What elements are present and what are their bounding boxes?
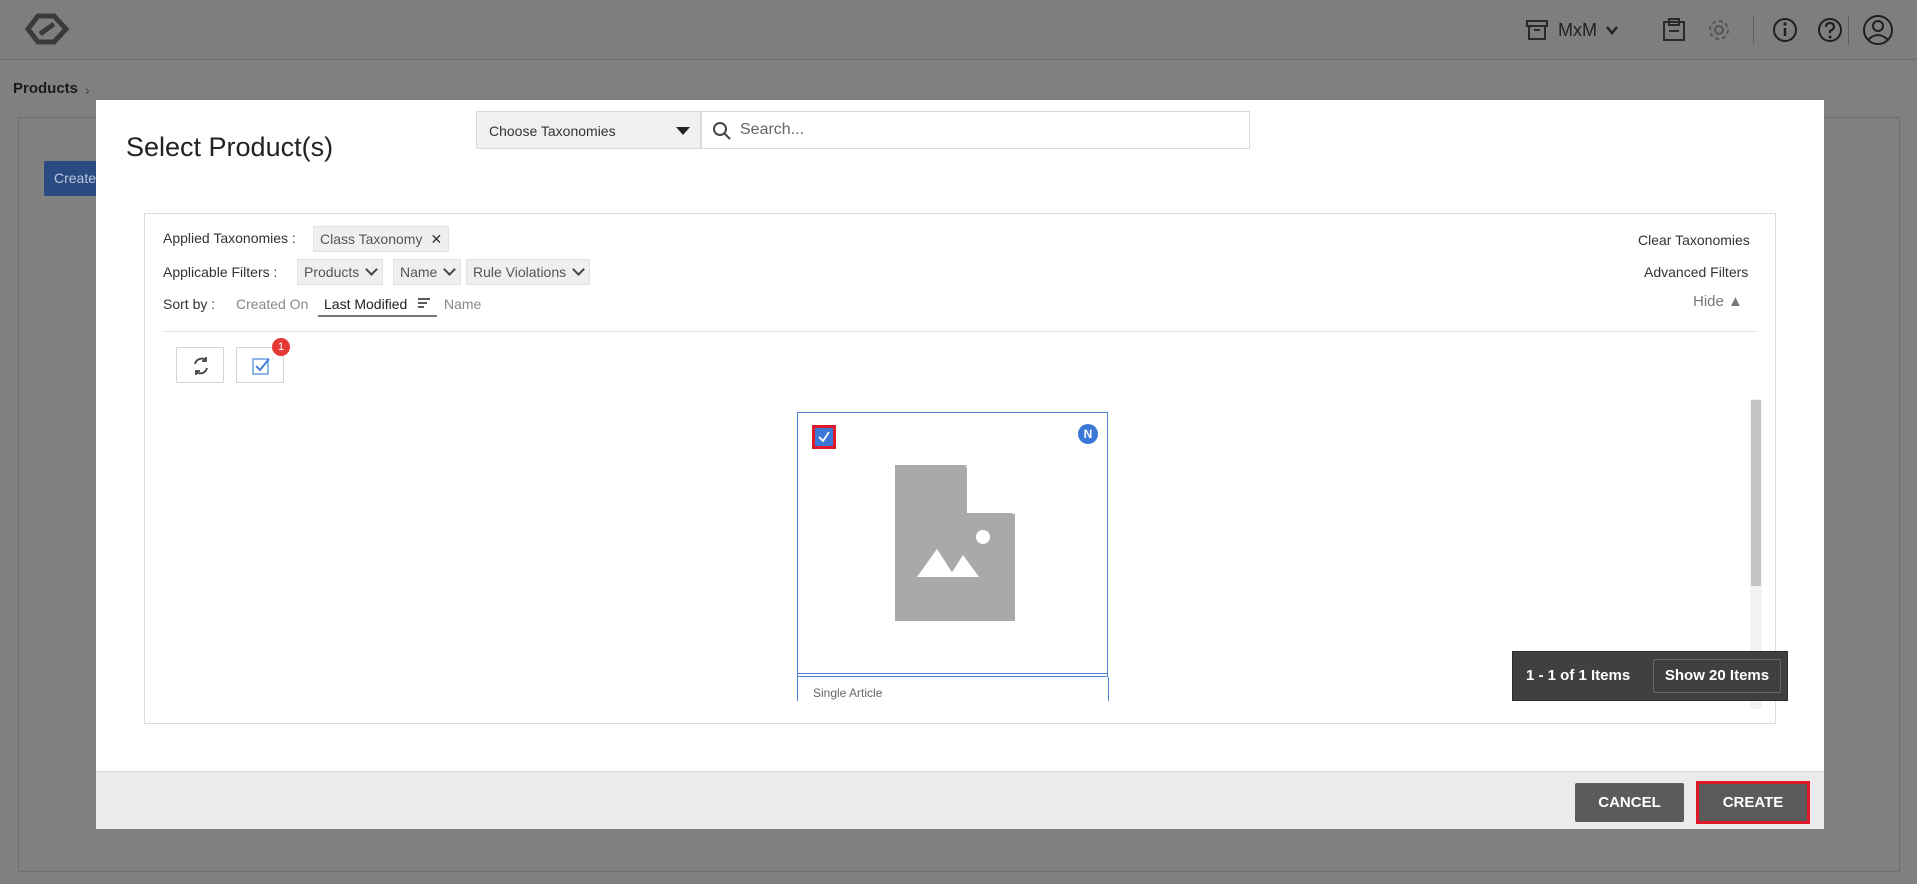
user-avatar-icon[interactable] — [1862, 14, 1894, 46]
help-icon[interactable] — [1816, 16, 1844, 44]
filter-label: Rule Violations — [473, 264, 567, 280]
refresh-icon — [194, 357, 208, 375]
app-logo-icon — [24, 13, 70, 45]
background-create-button: Create — [44, 161, 104, 196]
checkbox-checked-icon — [252, 358, 270, 375]
hide-filters-toggle[interactable]: Hide ▲ — [1693, 293, 1743, 310]
applicable-filters-label: Applicable Filters : — [163, 264, 278, 280]
card-border-left — [797, 677, 798, 701]
sort-option-label: Last Modified — [324, 296, 408, 312]
selected-items-button[interactable]: 1 — [236, 338, 290, 383]
sort-option-last-modified[interactable]: Last Modified — [318, 296, 438, 317]
taxonomy-chip-label: Class Taxonomy — [320, 231, 423, 247]
pagination-count: 1 - 1 of 1 Items — [1526, 667, 1631, 684]
caret-down-icon — [676, 127, 690, 135]
toolbar-divider — [1753, 16, 1754, 44]
search-icon — [713, 122, 731, 140]
applied-taxonomies-label: Applied Taxonomies : — [163, 230, 296, 246]
selected-count-badge: 1 — [272, 338, 290, 356]
app-header: MxM — [0, 0, 1917, 60]
sort-option-name[interactable]: Name — [444, 296, 481, 312]
info-icon[interactable] — [1771, 16, 1799, 44]
chevron-down-icon — [443, 263, 457, 276]
card-divider — [798, 673, 1107, 674]
select-products-modal: Select Product(s) Choose Taxonomies Appl… — [96, 100, 1824, 829]
chevron-down-icon — [365, 263, 379, 276]
pagination-bar: 1 - 1 of 1 Items Show 20 Items — [1512, 651, 1788, 701]
card-border-right — [1108, 677, 1109, 701]
sort-by-label: Sort by : — [163, 296, 216, 312]
chevron-down-icon — [572, 263, 586, 276]
create-button[interactable]: CREATE — [1696, 781, 1810, 824]
search-input[interactable] — [740, 112, 1240, 148]
breadcrumb[interactable]: Products — [13, 80, 78, 97]
archive-icon[interactable] — [1525, 18, 1549, 42]
close-icon[interactable]: ✕ — [430, 231, 442, 247]
workspace-selector-label[interactable]: MxM — [1558, 20, 1597, 41]
taxonomy-select[interactable]: Choose Taxonomies — [476, 111, 701, 149]
filter-rule-violations[interactable]: Rule Violations — [466, 259, 591, 285]
chevron-down-icon[interactable] — [1604, 22, 1620, 38]
taxonomy-chip: Class Taxonomy ✕ — [313, 226, 450, 252]
gear-icon[interactable] — [1705, 16, 1733, 44]
image-placeholder-icon — [895, 465, 1015, 621]
search-box — [701, 111, 1250, 149]
cancel-button[interactable]: CANCEL — [1575, 783, 1684, 822]
sort-option-created-on[interactable]: Created On — [236, 296, 308, 312]
filter-label: Products — [304, 264, 360, 280]
package-icon[interactable] — [1660, 16, 1688, 44]
filter-label: Name — [400, 264, 438, 280]
filter-name[interactable]: Name — [393, 259, 462, 285]
filter-products[interactable]: Products — [297, 259, 384, 285]
new-badge: N — [1078, 424, 1098, 444]
sort-lines-icon — [418, 298, 431, 308]
breadcrumb-chevron-icon: › — [85, 82, 90, 98]
scrollbar-thumb[interactable] — [1751, 400, 1761, 586]
product-card-checkbox[interactable] — [812, 425, 836, 449]
advanced-filters-link[interactable]: Advanced Filters — [1644, 264, 1748, 280]
clear-taxonomies-link[interactable]: Clear Taxonomies — [1638, 232, 1750, 248]
toolbar-divider — [1848, 16, 1849, 44]
modal-title: Select Product(s) — [126, 132, 334, 162]
checkmark-icon — [818, 431, 830, 443]
divider — [163, 331, 1757, 332]
refresh-button[interactable] — [176, 347, 224, 383]
product-type-label: Single Article — [813, 686, 883, 700]
product-card[interactable]: N — [797, 412, 1108, 677]
taxonomy-select-label: Choose Taxonomies — [489, 123, 616, 139]
modal-footer: CANCEL CREATE — [96, 771, 1824, 829]
show-items-button[interactable]: Show 20 Items — [1653, 659, 1781, 693]
